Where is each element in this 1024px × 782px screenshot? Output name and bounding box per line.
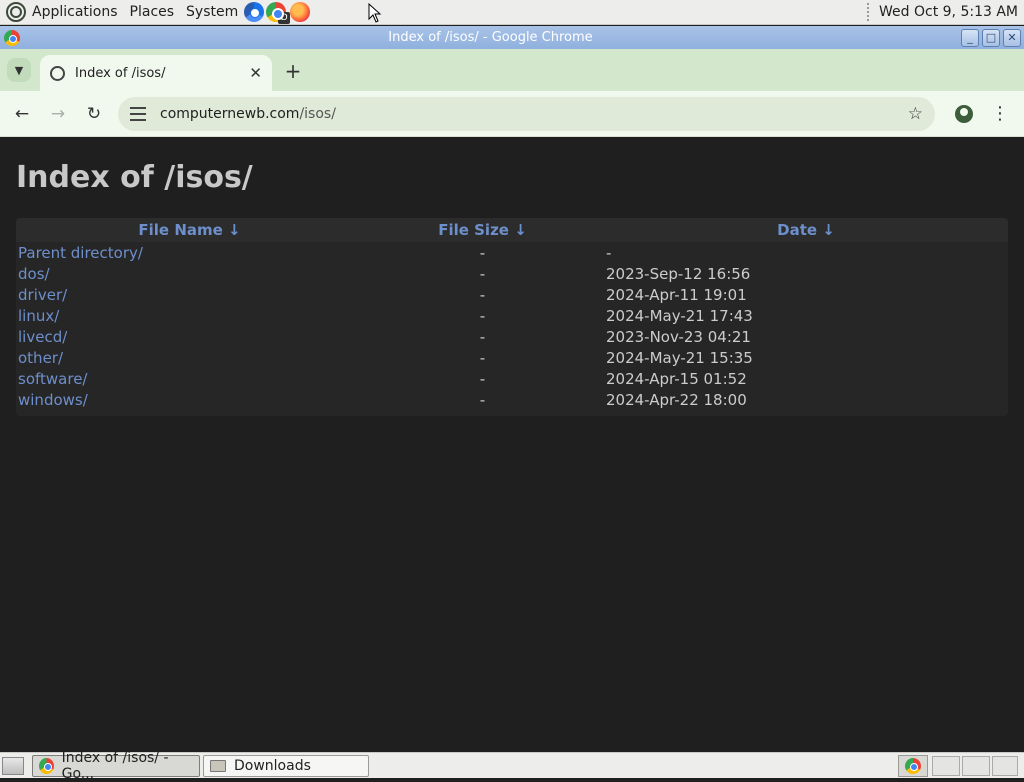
file-link[interactable]: software/ [18, 370, 87, 388]
site-info-icon[interactable] [130, 106, 146, 121]
tab-strip: ▼ Index of /isos/ ✕ + [0, 49, 1024, 91]
firefox-launcher-icon[interactable] [290, 2, 311, 22]
profile-avatar-icon[interactable] [955, 104, 973, 123]
page-content: Index of /isos/ File Name ↓ File Size ↓ … [0, 138, 1024, 752]
url-text[interactable]: computernewb.com/isos/ [160, 106, 908, 122]
top-panel: Applications Places System D Wed Oct 9, … [0, 0, 1024, 25]
taskbar-item-label: Index of /isos/ - Go... [61, 749, 169, 782]
workspace-2-button[interactable] [962, 756, 990, 776]
address-bar[interactable]: computernewb.com/isos/ ☆ [118, 96, 935, 131]
file-size: - [479, 369, 486, 388]
table-row: software/ - 2024-Apr-15 01:52 [16, 368, 1008, 389]
chrome-icon [905, 758, 921, 774]
new-tab-button[interactable]: + [279, 58, 307, 86]
tab-index-of-isos[interactable]: Index of /isos/ ✕ [40, 55, 272, 91]
browser-toolbar: ← → ↻ computernewb.com/isos/ ☆ ⋮ [0, 91, 1024, 137]
bookmark-star-icon[interactable]: ☆ [908, 104, 923, 124]
close-window-button[interactable]: ✕ [1003, 28, 1021, 47]
file-size: - [479, 243, 486, 262]
chevron-down-icon: ▼ [14, 63, 24, 77]
system-menu[interactable]: System [186, 4, 238, 20]
close-tab-icon[interactable]: ✕ [249, 64, 262, 82]
file-link[interactable]: livecd/ [18, 328, 67, 346]
file-date: 2024-May-21 15:35 [606, 348, 753, 367]
file-date: - [606, 243, 612, 262]
file-link[interactable]: windows/ [18, 391, 88, 409]
file-size: - [479, 306, 486, 325]
table-row: windows/ - 2024-Apr-22 18:00 [16, 389, 1008, 410]
directory-listing: File Name ↓ File Size ↓ Date ↓ Parent di… [16, 218, 1008, 416]
table-row: dos/ - 2023-Sep-12 16:56 [16, 263, 1008, 284]
distro-logo-icon[interactable] [6, 2, 26, 22]
chrome-icon [39, 757, 54, 774]
taskbar-item-chrome[interactable]: Index of /isos/ - Go... [32, 750, 200, 782]
globe-icon [50, 65, 65, 81]
chrome-icon [4, 29, 20, 46]
table-row: driver/ - 2024-Apr-11 19:01 [16, 284, 1008, 305]
window-title: Index of /isos/ - Google Chrome [388, 30, 593, 45]
more-menu-icon[interactable]: ⋮ [991, 103, 1009, 124]
sort-by-size-link[interactable]: File Size ↓ [438, 221, 527, 239]
tab-title: Index of /isos/ [75, 65, 166, 81]
file-date: 2024-Apr-15 01:52 [606, 369, 747, 388]
listing-header: File Name ↓ File Size ↓ Date ↓ [16, 218, 1008, 242]
applications-menu[interactable]: Applications [32, 4, 118, 20]
file-date: 2023-Nov-23 04:21 [606, 327, 751, 346]
file-date: 2024-Apr-22 18:00 [606, 390, 747, 409]
file-size: - [479, 348, 486, 367]
minimize-button[interactable]: _ [961, 28, 979, 47]
file-date: 2024-Apr-11 19:01 [606, 285, 747, 304]
sort-by-date-link[interactable]: Date ↓ [777, 221, 835, 239]
url-host: computernewb.com [160, 105, 300, 122]
taskbar-item-label: Downloads [234, 757, 311, 774]
chromium-launcher-icon[interactable] [244, 2, 265, 22]
file-link[interactable]: dos/ [18, 265, 50, 283]
folder-icon [210, 759, 226, 772]
listing-rows: Parent directory/ - - dos/ - 2023-Sep-12 16:5… [16, 242, 1008, 410]
file-size: - [479, 264, 486, 283]
file-date: 2024-May-21 17:43 [606, 306, 753, 325]
file-link[interactable]: other/ [18, 349, 63, 367]
workspace-1-button[interactable] [932, 756, 960, 776]
file-link[interactable]: driver/ [18, 286, 67, 304]
file-size: - [479, 285, 486, 304]
table-row: linux/ - 2024-May-21 17:43 [16, 305, 1008, 326]
taskbar-item-downloads[interactable]: Downloads [203, 754, 369, 777]
chrome-dev-badge: D [278, 12, 291, 24]
file-link[interactable]: linux/ [18, 307, 59, 325]
sort-by-name-link[interactable]: File Name ↓ [138, 221, 240, 239]
show-desktop-button[interactable] [2, 756, 24, 775]
url-path: /isos/ [299, 105, 336, 122]
forward-button[interactable]: → [44, 100, 72, 128]
chrome-dev-launcher-icon[interactable]: D [266, 2, 291, 24]
back-button[interactable]: ← [8, 100, 36, 128]
table-row: other/ - 2024-May-21 15:35 [16, 347, 1008, 368]
file-size: - [479, 327, 486, 346]
tray-chrome-button[interactable] [898, 755, 928, 777]
places-menu[interactable]: Places [130, 4, 175, 20]
workspace-3-button[interactable] [992, 756, 1018, 776]
bottom-taskbar: Index of /isos/ - Go... Downloads [0, 750, 1024, 782]
table-row: Parent directory/ - - [16, 242, 1008, 263]
reload-button[interactable]: ↻ [80, 100, 108, 128]
file-date: 2023-Sep-12 16:56 [606, 264, 751, 283]
mouse-cursor-icon [368, 3, 382, 23]
panel-grip-handle[interactable] [867, 3, 871, 21]
table-row: livecd/ - 2023-Nov-23 04:21 [16, 326, 1008, 347]
maximize-button[interactable]: □ [982, 28, 1000, 47]
file-size: - [479, 390, 486, 409]
clock[interactable]: Wed Oct 9, 5:13 AM [879, 4, 1018, 20]
page-title: Index of /isos/ [16, 160, 253, 195]
file-link[interactable]: Parent directory/ [18, 244, 143, 262]
window-titlebar[interactable]: Index of /isos/ - Google Chrome _ □ ✕ [0, 26, 1024, 49]
tab-search-button[interactable]: ▼ [7, 58, 31, 82]
